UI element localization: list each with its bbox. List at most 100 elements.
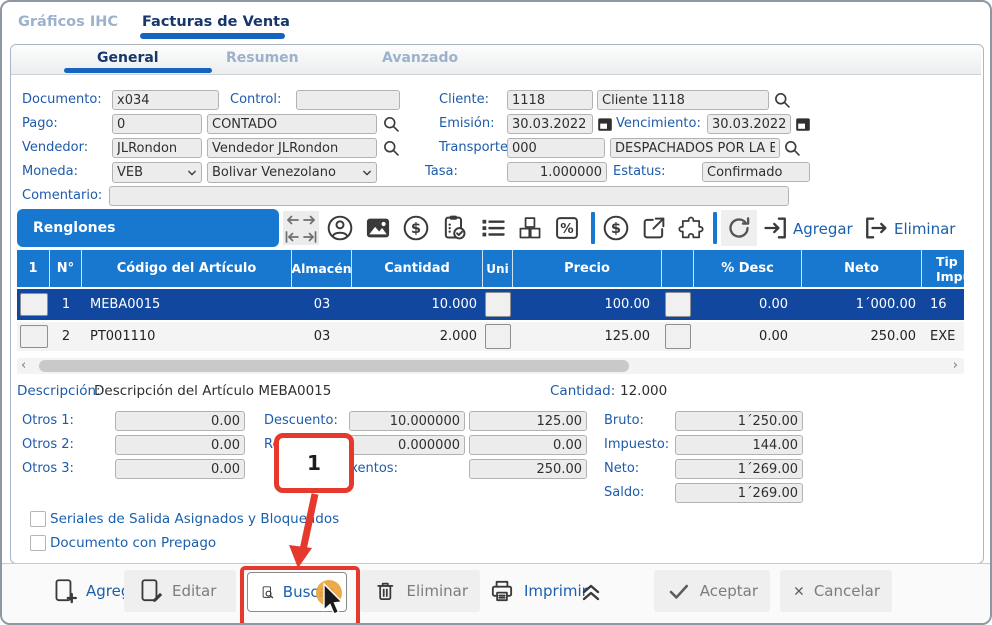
scroll-right-icon[interactable]: › (953, 358, 958, 373)
vendedor-search-icon[interactable] (381, 138, 401, 158)
hscroll-thumb[interactable] (39, 360, 629, 372)
col-header-uni[interactable]: Uni (483, 250, 513, 287)
collapse-icon[interactable] (577, 578, 605, 604)
prev-record-icon[interactable] (285, 214, 299, 226)
uni-button[interactable] (485, 324, 511, 349)
detail-button[interactable] (665, 292, 691, 317)
pago-search-icon[interactable] (381, 114, 401, 134)
row-selector[interactable] (20, 293, 48, 316)
puzzle-icon[interactable] (677, 214, 705, 242)
row-add-label[interactable]: Agregar (793, 220, 853, 238)
pago-name-input[interactable] (207, 114, 377, 134)
col-header-neto[interactable]: Neto (802, 250, 922, 287)
cubes-icon[interactable] (516, 214, 544, 242)
grid-hscrollbar[interactable]: ‹ › (17, 358, 964, 374)
cliente-code-input[interactable] (507, 90, 593, 110)
row-add-icon[interactable] (762, 214, 790, 242)
tab-graficos-ihc[interactable]: Gráficos IHC (18, 14, 118, 30)
otros1-label: Otros 1: (22, 413, 74, 428)
last-record-icon[interactable] (303, 231, 317, 243)
vencimiento-input[interactable] (707, 114, 791, 134)
row-remove-icon[interactable] (862, 214, 890, 242)
line-items-grid: 1 N° Código del Artículo Almacén Cantida… (17, 250, 964, 351)
next-record-icon[interactable] (303, 214, 317, 226)
recargo-pct-input[interactable] (349, 435, 465, 455)
seriales-checkbox[interactable] (30, 511, 46, 527)
impuesto-input[interactable] (675, 435, 803, 455)
row-remove-label[interactable]: Eliminar (894, 220, 955, 238)
moneda-code-value: VEB (117, 165, 143, 180)
detail-button[interactable] (665, 324, 691, 349)
neto-input[interactable] (675, 459, 803, 479)
otros1-input[interactable] (115, 411, 245, 431)
refresh-icon[interactable] (721, 210, 757, 246)
exentos-monto-input[interactable] (469, 459, 587, 479)
tab-facturas-de-venta[interactable]: Facturas de Venta (142, 14, 290, 30)
customer-icon[interactable] (326, 214, 354, 242)
svg-text:$: $ (411, 220, 421, 237)
prepago-checkbox-label: Documento con Prepago (50, 535, 216, 551)
pago-code-input[interactable] (112, 114, 202, 134)
recargo-monto-input[interactable] (469, 435, 587, 455)
control-label: Control: (230, 92, 281, 107)
prepago-checkbox[interactable] (30, 535, 46, 551)
col-header-desc[interactable]: % Desc (694, 250, 802, 287)
vencimiento-calendar-icon[interactable] (794, 115, 811, 132)
col-header-cantidad[interactable]: Cantidad (352, 250, 483, 287)
control-input[interactable] (296, 90, 400, 110)
tasa-input[interactable] (507, 162, 607, 182)
otros2-input[interactable] (115, 435, 245, 455)
otros3-input[interactable] (115, 459, 245, 479)
editar-button[interactable]: Editar (124, 570, 236, 612)
aceptar-button[interactable]: Aceptar (654, 570, 770, 612)
toolbar-divider (713, 212, 717, 244)
external-link-icon[interactable] (640, 214, 668, 242)
eliminar-button[interactable]: Eliminar (360, 570, 480, 612)
buscar-button[interactable]: Buscar (247, 572, 347, 612)
scroll-left-icon[interactable]: ‹ (21, 358, 26, 373)
bullet-list-icon[interactable] (479, 214, 507, 242)
row-selector[interactable] (20, 325, 48, 348)
col-header-tipo-line1: Tip (936, 254, 958, 269)
grid-row[interactable]: 2 PT001110 03 2.000 125.00 0.00 250.00 E… (17, 322, 964, 351)
image-icon[interactable] (364, 214, 392, 242)
first-record-icon[interactable] (285, 231, 299, 243)
grid-row-selected[interactable]: 1 MEBA0015 03 10.000 100.00 0.00 1´000.0… (17, 289, 964, 320)
comentario-input[interactable] (109, 186, 789, 206)
transporte-name-input[interactable] (610, 138, 780, 158)
percent-box-icon[interactable]: % (553, 214, 581, 242)
subtab-resumen[interactable]: Resumen (226, 50, 299, 66)
col-header-sel[interactable]: 1 (17, 250, 50, 287)
transporte-search-icon[interactable] (782, 138, 802, 158)
price-icon[interactable]: $ (402, 214, 430, 242)
col-header-n[interactable]: N° (50, 250, 82, 287)
transporte-code-input[interactable] (507, 138, 605, 158)
subtab-general[interactable]: General (97, 50, 159, 66)
moneda-name-select[interactable]: Bolivar Venezolano (207, 162, 377, 183)
uni-button[interactable] (485, 292, 511, 317)
descuento-monto-input[interactable] (469, 411, 587, 431)
col-header-blank[interactable] (662, 250, 694, 287)
descuento-pct-input[interactable] (349, 411, 465, 431)
emision-input[interactable] (507, 114, 593, 134)
subtab-avanzado[interactable]: Avanzado (382, 50, 458, 66)
vendedor-code-input[interactable] (112, 138, 202, 158)
cancelar-button[interactable]: Cancelar (780, 570, 892, 612)
check-icon (666, 578, 692, 604)
bruto-input[interactable] (675, 411, 803, 431)
col-header-codigo[interactable]: Código del Artículo (82, 250, 292, 287)
vendedor-name-input[interactable] (207, 138, 377, 158)
currency-icon[interactable]: $ (602, 214, 630, 242)
col-header-tipo-impuesto[interactable]: Tip Impu (922, 250, 964, 287)
emision-calendar-icon[interactable] (596, 115, 613, 132)
cell-blank (662, 289, 694, 320)
col-header-almacen[interactable]: Almacén (292, 250, 352, 287)
cliente-name-input[interactable] (597, 90, 769, 110)
saldo-input[interactable] (675, 483, 803, 503)
col-header-precio[interactable]: Precio (513, 250, 662, 287)
documento-input[interactable] (112, 90, 219, 110)
cliente-search-icon[interactable] (772, 90, 792, 110)
moneda-code-select[interactable]: VEB (112, 162, 202, 183)
estatus-input[interactable] (702, 162, 810, 182)
clipboard-check-icon[interactable] (440, 213, 468, 241)
